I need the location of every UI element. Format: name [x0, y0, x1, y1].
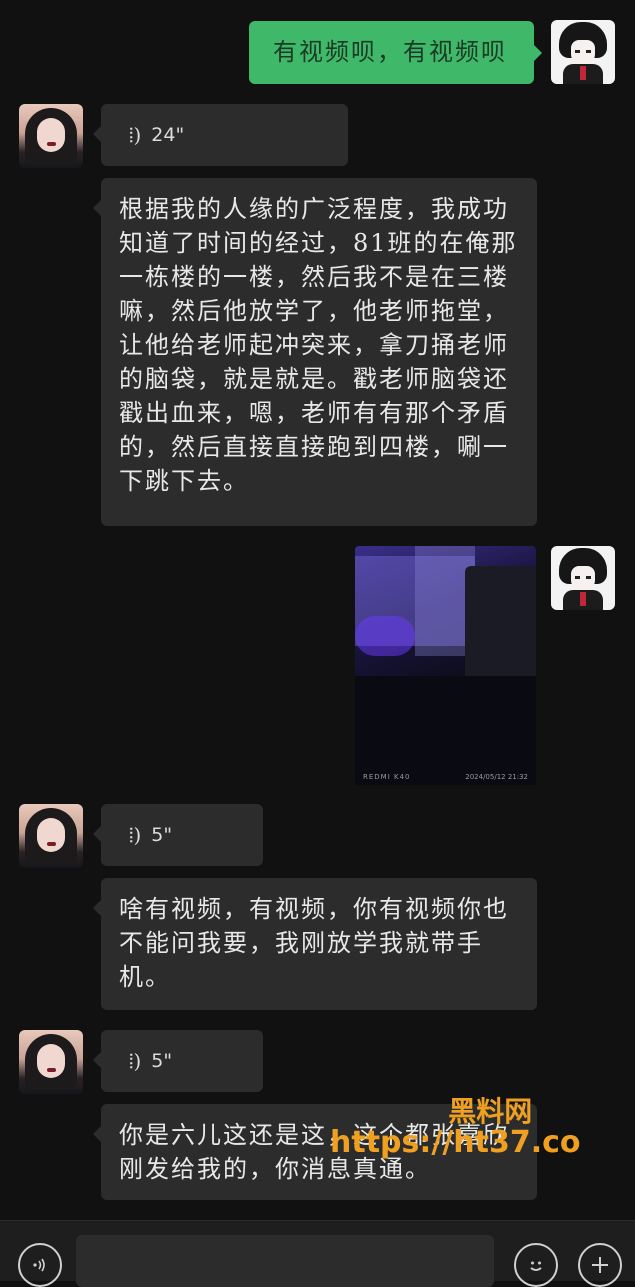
sent-photo[interactable]: REDMI K40 2024/05/12 21:32	[355, 546, 536, 785]
plus-icon[interactable]	[578, 1243, 622, 1287]
contact-avatar[interactable]	[19, 104, 83, 168]
voice-duration: 5"	[151, 1050, 173, 1072]
contact-avatar[interactable]	[19, 804, 83, 868]
received-message-bubble[interactable]: 根据我的人缘的广泛程度，我成功 知道了时间的经过，81班的在俺那 一栋楼的一楼，…	[93, 178, 537, 526]
emoji-icon[interactable]	[514, 1243, 558, 1287]
sent-message-bubble[interactable]: 有视频呗，有视频呗	[249, 21, 542, 84]
received-message-bubble[interactable]: 啥有视频，有视频，你有视频你也 不能问我要，我刚放学我就带手 机。	[93, 878, 537, 1010]
voice-wave-icon: ⦙)	[129, 1049, 142, 1073]
watermark: 黑料网 https://ht37.co	[330, 1098, 581, 1158]
voice-message-bubble[interactable]: ⦙) 5"	[93, 1030, 263, 1092]
voice-duration: 24"	[151, 124, 185, 146]
my-avatar[interactable]	[551, 20, 615, 84]
voice-message-bubble[interactable]: ⦙) 24"	[93, 104, 348, 166]
message-text: 根据我的人缘的广泛程度，我成功 知道了时间的经过，81班的在俺那 一栋楼的一楼，…	[119, 195, 518, 495]
voice-duration: 5"	[151, 824, 173, 846]
my-avatar[interactable]	[551, 546, 615, 610]
photo-timestamp: 2024/05/12 21:32	[465, 773, 528, 781]
message-input[interactable]	[76, 1235, 494, 1287]
photo-watermark-left: REDMI K40	[363, 773, 411, 781]
message-text: 啥有视频，有视频，你有视频你也 不能问我要，我刚放学我就带手 机。	[119, 895, 509, 991]
message-text: 有视频呗，有视频呗	[273, 38, 507, 66]
chat-input-bar	[0, 1220, 635, 1287]
voice-message-bubble[interactable]: ⦙) 5"	[93, 804, 263, 866]
voice-icon[interactable]	[18, 1243, 62, 1287]
watermark-url: https://ht37.co	[330, 1125, 581, 1160]
contact-avatar[interactable]	[19, 1030, 83, 1094]
voice-wave-icon: ⦙)	[129, 823, 142, 847]
watermark-title: 黑料网	[448, 1095, 533, 1128]
voice-wave-icon: ⦙)	[129, 123, 142, 147]
